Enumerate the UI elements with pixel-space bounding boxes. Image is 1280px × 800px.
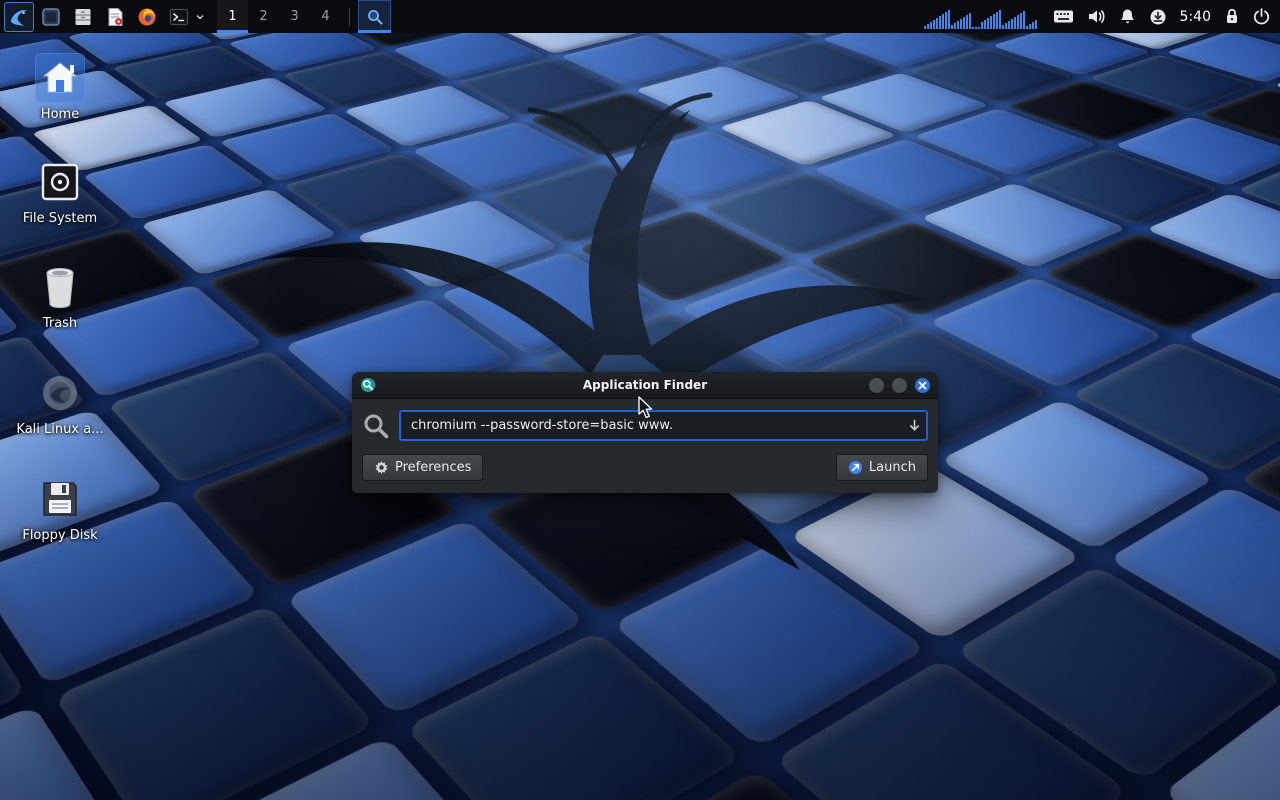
application-finder-taskbar-button[interactable] (358, 0, 391, 33)
keyboard-indicator-button[interactable] (1053, 9, 1074, 24)
launch-label: Launch (869, 460, 916, 475)
kali-logo-icon (8, 6, 30, 28)
workspace-button-2[interactable]: 2 (248, 0, 279, 33)
workspace-2-label: 2 (259, 9, 267, 24)
notifications-button[interactable] (1119, 8, 1136, 25)
home-icon (40, 58, 80, 98)
terminal-launcher[interactable] (164, 2, 194, 32)
desktop-icon-kali-linux[interactable]: Kali Linux a... (12, 369, 108, 438)
keyboard-icon (1053, 9, 1074, 24)
window-manager-launcher[interactable] (36, 2, 66, 32)
minimize-button[interactable] (869, 378, 884, 393)
power-icon (1253, 8, 1270, 25)
window-manager-icon (41, 7, 61, 27)
panel-separator (349, 8, 350, 26)
workspace-4-label: 4 (321, 9, 329, 24)
panel-launchers: 1 2 3 4 (0, 0, 391, 33)
lock-icon (1224, 8, 1240, 25)
kali-document-icon (39, 372, 81, 414)
text-editor-launcher[interactable] (100, 2, 130, 32)
panel-tray: 5:40 (924, 0, 1280, 33)
desktop-icon-home[interactable]: Home (12, 54, 108, 123)
close-button[interactable] (915, 378, 930, 393)
desktop-icon-label: Home (12, 107, 108, 123)
session-logout-button[interactable] (1253, 8, 1270, 25)
history-dropdown-button[interactable] (904, 415, 924, 437)
file-manager-icon (73, 7, 93, 27)
window-icon (360, 377, 376, 393)
preferences-button[interactable]: Preferences (362, 454, 483, 481)
audio-spectrum-graph (924, 5, 1040, 29)
kali-menu-button[interactable] (4, 2, 34, 32)
desktop-screen: 1 2 3 4 (0, 0, 1280, 800)
terminal-dropdown-button[interactable] (195, 12, 205, 22)
workspace-1-label: 1 (228, 9, 236, 24)
finder-body: Preferences Launch (352, 399, 938, 493)
application-finder-window: Application Finder (352, 372, 938, 493)
text-editor-icon (105, 7, 125, 27)
search-icon (362, 412, 390, 440)
trash-bin-icon (40, 266, 80, 308)
launch-icon (848, 460, 863, 475)
firefox-icon (137, 7, 157, 27)
finder-input[interactable] (399, 410, 928, 441)
top-panel: 1 2 3 4 (0, 0, 1280, 33)
workspace-button-1[interactable]: 1 (217, 0, 248, 33)
close-icon (918, 381, 927, 390)
update-arrow-icon (1149, 8, 1167, 26)
application-finder-window-icon (360, 377, 376, 393)
desktop-icon-label: Trash (12, 316, 108, 332)
workspace-switcher: 1 2 3 4 (217, 0, 341, 33)
desktop-icon-label: Floppy Disk (12, 528, 108, 544)
arrow-down-icon (908, 419, 921, 432)
workspace-button-3[interactable]: 3 (279, 0, 310, 33)
titlebar[interactable]: Application Finder (352, 372, 938, 399)
preferences-label: Preferences (395, 460, 471, 475)
gear-icon (374, 460, 389, 475)
file-system-drive-icon (39, 161, 81, 203)
desktop-icon-label: Kali Linux a... (12, 422, 108, 438)
bell-icon (1119, 8, 1136, 25)
desktop-icon-label: File System (12, 211, 108, 227)
desktop-icon-trash[interactable]: Trash (12, 263, 108, 332)
window-title: Application Finder (352, 378, 938, 392)
speaker-icon (1087, 8, 1106, 25)
volume-button[interactable] (1087, 8, 1106, 25)
launch-button[interactable]: Launch (836, 454, 928, 481)
desktop-icon-floppy-disk[interactable]: Floppy Disk (12, 475, 108, 544)
workspace-3-label: 3 (290, 9, 298, 24)
chevron-down-icon (195, 12, 205, 22)
file-manager-launcher[interactable] (68, 2, 98, 32)
window-controls (869, 378, 930, 393)
maximize-button[interactable] (892, 378, 907, 393)
firefox-launcher[interactable] (132, 2, 162, 32)
updates-button[interactable] (1149, 8, 1167, 26)
screen-lock-button[interactable] (1224, 8, 1240, 25)
desktop-icon-file-system[interactable]: File System (12, 158, 108, 227)
workspace-button-4[interactable]: 4 (310, 0, 341, 33)
floppy-disk-icon (40, 479, 80, 519)
terminal-icon (169, 7, 189, 27)
clock[interactable]: 5:40 (1180, 9, 1211, 25)
kali-dragon-silhouette (170, 55, 930, 575)
application-finder-icon (366, 8, 384, 26)
